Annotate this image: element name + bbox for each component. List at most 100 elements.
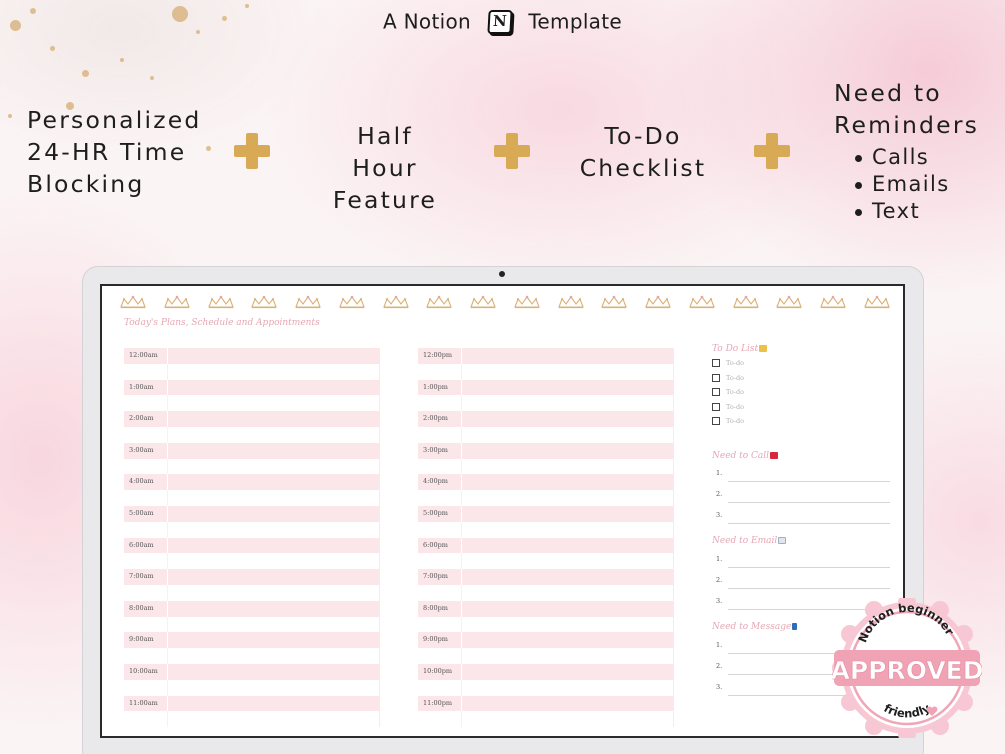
time-slot[interactable] xyxy=(168,632,379,648)
half-hour-row[interactable] xyxy=(124,490,379,506)
time-slot[interactable] xyxy=(168,427,379,443)
half-hour-row[interactable] xyxy=(418,363,673,380)
todo-item[interactable]: To-do xyxy=(712,371,890,386)
time-slot[interactable] xyxy=(168,443,379,459)
hour-row[interactable]: 7:00am xyxy=(124,569,379,585)
entry-line[interactable] xyxy=(728,503,890,525)
time-slot[interactable] xyxy=(168,538,379,554)
half-hour-row[interactable] xyxy=(124,395,379,412)
hour-row[interactable]: 3:00pm xyxy=(418,442,673,459)
todo-item[interactable]: To-do xyxy=(712,356,890,371)
half-hour-row[interactable] xyxy=(418,426,673,443)
time-slot[interactable] xyxy=(168,680,379,696)
half-hour-row[interactable] xyxy=(124,711,379,728)
hour-row[interactable]: 9:00am xyxy=(124,632,379,649)
time-slot[interactable] xyxy=(168,474,379,490)
half-hour-row[interactable] xyxy=(418,553,673,570)
hour-row[interactable]: 10:00am xyxy=(124,663,379,680)
half-hour-row[interactable] xyxy=(124,458,379,475)
time-slot[interactable] xyxy=(168,411,379,427)
half-hour-row[interactable] xyxy=(418,584,673,601)
time-slot[interactable] xyxy=(462,696,673,712)
time-slot[interactable] xyxy=(462,648,673,664)
checkbox-icon[interactable] xyxy=(712,417,720,426)
hour-row[interactable]: 12:00am xyxy=(124,348,379,364)
hour-row[interactable]: 4:00am xyxy=(124,474,379,491)
half-hour-row[interactable] xyxy=(124,679,379,696)
time-slot[interactable] xyxy=(168,364,379,380)
time-slot[interactable] xyxy=(168,569,379,585)
time-slot[interactable] xyxy=(168,617,379,633)
hour-row[interactable]: 2:00pm xyxy=(418,411,673,427)
hour-row[interactable]: 1:00pm xyxy=(418,379,673,396)
half-hour-row[interactable] xyxy=(124,363,379,380)
hour-row[interactable]: 10:00pm xyxy=(418,663,673,680)
time-slot[interactable] xyxy=(462,474,673,490)
hour-row[interactable]: 12:00pm xyxy=(418,348,673,364)
time-slot[interactable] xyxy=(462,411,673,427)
half-hour-row[interactable] xyxy=(124,584,379,601)
call-list-item[interactable]: 2. xyxy=(716,482,890,504)
hour-row[interactable]: 8:00pm xyxy=(418,600,673,617)
entry-line[interactable] xyxy=(728,461,890,482)
half-hour-row[interactable] xyxy=(124,426,379,443)
time-slot[interactable] xyxy=(168,506,379,522)
time-slot[interactable] xyxy=(168,395,379,411)
hour-row[interactable]: 6:00am xyxy=(124,537,379,554)
half-hour-row[interactable] xyxy=(418,616,673,633)
time-slot[interactable] xyxy=(462,538,673,554)
checkbox-icon[interactable] xyxy=(712,388,720,397)
hour-row[interactable]: 6:00pm xyxy=(418,537,673,554)
half-hour-row[interactable] xyxy=(124,648,379,664)
time-slot[interactable] xyxy=(462,443,673,459)
time-slot[interactable] xyxy=(462,348,673,364)
half-hour-row[interactable] xyxy=(418,711,673,728)
time-slot[interactable] xyxy=(168,553,379,569)
hour-row[interactable]: 7:00pm xyxy=(418,569,673,585)
hour-row[interactable]: 5:00am xyxy=(124,505,379,522)
hour-row[interactable]: 9:00pm xyxy=(418,632,673,649)
todo-item[interactable]: To-do xyxy=(712,414,890,429)
time-slot[interactable] xyxy=(168,585,379,601)
time-slot[interactable] xyxy=(462,680,673,696)
half-hour-row[interactable] xyxy=(124,553,379,570)
time-slot[interactable] xyxy=(462,395,673,411)
hour-row[interactable]: 4:00pm xyxy=(418,474,673,491)
time-slot[interactable] xyxy=(168,711,379,727)
time-slot[interactable] xyxy=(462,601,673,617)
time-slot[interactable] xyxy=(168,380,379,396)
todo-item[interactable]: To-do xyxy=(712,385,890,400)
half-hour-row[interactable] xyxy=(124,521,379,538)
time-slot[interactable] xyxy=(462,459,673,475)
time-slot[interactable] xyxy=(168,601,379,617)
entry-line[interactable] xyxy=(728,568,890,589)
checkbox-icon[interactable] xyxy=(712,402,720,411)
time-slot[interactable] xyxy=(462,585,673,601)
half-hour-row[interactable] xyxy=(124,616,379,633)
time-slot[interactable] xyxy=(168,348,379,364)
time-slot[interactable] xyxy=(168,648,379,664)
time-slot[interactable] xyxy=(462,506,673,522)
time-slot[interactable] xyxy=(168,490,379,506)
email-list-item[interactable]: 1. xyxy=(716,546,890,568)
time-slot[interactable] xyxy=(462,569,673,585)
hour-row[interactable]: 3:00am xyxy=(124,442,379,459)
checkbox-icon[interactable] xyxy=(712,373,720,382)
time-slot[interactable] xyxy=(462,664,673,680)
time-slot[interactable] xyxy=(168,664,379,680)
time-slot[interactable] xyxy=(168,459,379,475)
time-slot[interactable] xyxy=(168,696,379,712)
time-slot[interactable] xyxy=(462,490,673,506)
time-slot[interactable] xyxy=(462,380,673,396)
call-list-item[interactable]: 3. xyxy=(716,503,890,525)
half-hour-row[interactable] xyxy=(418,395,673,412)
time-slot[interactable] xyxy=(462,522,673,538)
hour-row[interactable]: 8:00am xyxy=(124,600,379,617)
time-slot[interactable] xyxy=(462,632,673,648)
hour-row[interactable]: 5:00pm xyxy=(418,505,673,522)
entry-line[interactable] xyxy=(728,546,890,568)
hour-row[interactable]: 11:00am xyxy=(124,695,379,712)
time-slot[interactable] xyxy=(462,617,673,633)
email-list-item[interactable]: 2. xyxy=(716,568,890,589)
hour-row[interactable]: 1:00am xyxy=(124,379,379,396)
